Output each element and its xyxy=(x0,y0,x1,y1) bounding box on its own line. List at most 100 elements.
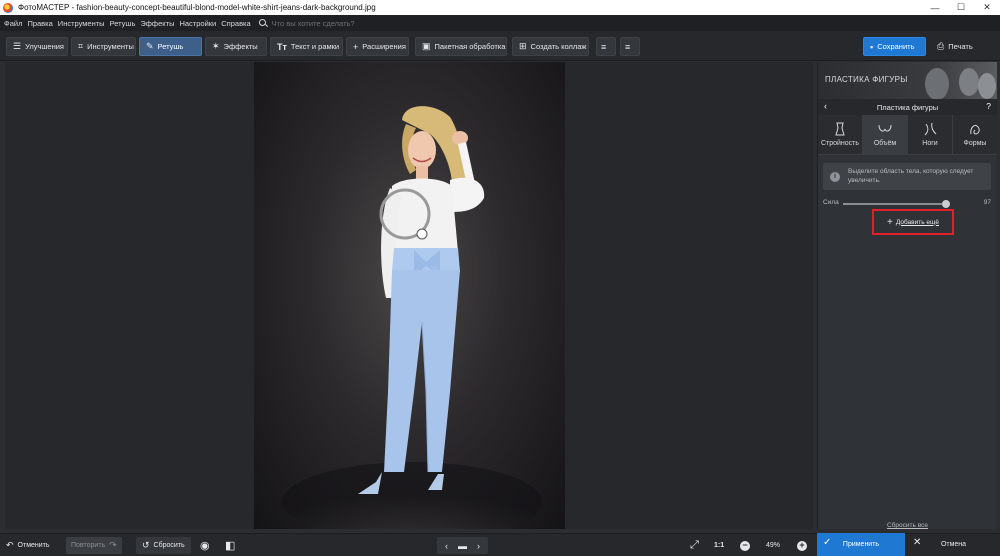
title-bar: ФотоМАСТЕР - fashion-beauty-concept-beau… xyxy=(0,0,1000,15)
cancel-button[interactable]: ✕ Отмена xyxy=(907,533,1000,556)
tab-shapes-label: Формы xyxy=(963,140,987,147)
tab-legs-label: Ноги xyxy=(922,140,938,147)
zoom-level: 49% xyxy=(766,542,781,549)
back-button[interactable]: ‹ xyxy=(824,101,827,111)
volume-bust-icon xyxy=(877,122,893,136)
menu-edit[interactable]: Правка xyxy=(27,19,52,28)
menu-bar: Файл Правка Инструменты Ретушь Эффекты Н… xyxy=(0,15,1000,31)
strength-slider[interactable] xyxy=(843,199,950,208)
tab-slimness-label: Стройность xyxy=(820,140,860,147)
folder-icon[interactable]: ▬ xyxy=(458,541,467,551)
menu-tools[interactable]: Инструменты xyxy=(58,19,105,28)
batch-processing-button[interactable]: ▣ Пакетная обработка xyxy=(415,37,507,56)
maximize-button[interactable]: ☐ xyxy=(948,0,974,15)
sculpt-tabs: Стройность Объём Ноги Формы xyxy=(818,115,997,155)
redo-button[interactable]: Повторить ↷ xyxy=(66,537,122,554)
undo-icon: ↶ xyxy=(6,540,14,550)
redo-icon: ↷ xyxy=(109,540,117,550)
cancel-label: Отмена xyxy=(940,541,967,548)
menu-settings[interactable]: Настройки xyxy=(179,19,216,28)
strength-value: 97 xyxy=(983,199,991,206)
apply-button[interactable]: ✓ Применить xyxy=(817,533,905,556)
plus-icon: + xyxy=(797,540,807,551)
strength-slider-fill xyxy=(843,202,946,205)
zoom-out-button[interactable]: − xyxy=(740,537,750,554)
create-collage-label: Создать коллаж xyxy=(530,42,587,51)
close-button[interactable]: ✕ xyxy=(974,0,1000,15)
fit-to-screen-button[interactable]: ⤢ xyxy=(690,537,703,554)
plus-icon: + xyxy=(887,216,893,228)
add-list-button[interactable]: ≡ xyxy=(596,37,616,56)
figure-sculpt-panel: ПЛАСТИКА ФИГУРЫ ‹ Пластика фигуры ? Стро… xyxy=(817,62,997,529)
tab-legs[interactable]: Ноги xyxy=(908,115,953,154)
tab-improvements[interactable]: ☰ Улучшения xyxy=(6,37,68,56)
info-icon: i xyxy=(830,171,840,182)
undo-button[interactable]: ↶ Отменить xyxy=(6,537,50,554)
eye-icon: ◉ xyxy=(200,540,210,552)
floppy-disk-icon: ▪ xyxy=(870,41,874,52)
magic-wand-icon: ✶ xyxy=(212,41,220,51)
compare-icon: ◧ xyxy=(225,540,236,552)
print-button[interactable]: ⎙ Печать xyxy=(930,37,994,56)
tab-extensions[interactable]: + Расширения xyxy=(346,37,409,56)
tab-effects[interactable]: ✶ Эффекты xyxy=(205,37,267,56)
tab-retouch-label: Ретушь xyxy=(157,42,184,51)
checkmark-icon: ✓ xyxy=(823,537,832,548)
tab-effects-label: Эффекты xyxy=(223,42,258,51)
preview-button[interactable]: ◉ xyxy=(200,537,214,554)
actual-size-button[interactable]: 1:1 xyxy=(714,537,724,554)
menu-help[interactable]: Справка xyxy=(221,19,250,28)
chevron-right-icon[interactable]: › xyxy=(477,541,480,551)
minimize-button[interactable]: — xyxy=(922,0,948,15)
main-toolbar: ☰ Улучшения ⌗ Инструменты ✎ Ретушь ✶ Эфф… xyxy=(0,31,1000,61)
tab-volume-label: Объём xyxy=(873,140,897,147)
save-button[interactable]: ▪ Сохранить xyxy=(863,37,926,56)
add-more-button[interactable]: + Добавить ещё xyxy=(872,209,954,235)
crop-icon: ⌗ xyxy=(78,41,84,51)
add-more-label: Добавить ещё xyxy=(895,218,939,226)
brush-icon: ✎ xyxy=(146,41,154,51)
printer-icon: ⎙ xyxy=(937,41,945,51)
minus-icon: − xyxy=(740,540,750,551)
tab-tools[interactable]: ⌗ Инструменты xyxy=(71,37,136,56)
menu-file[interactable]: Файл xyxy=(4,19,22,28)
compare-button[interactable]: ◧ xyxy=(225,537,239,554)
photo-canvas[interactable] xyxy=(254,62,565,529)
tab-volume[interactable]: Объём xyxy=(863,115,908,154)
create-collage-button[interactable]: ⊞ Создать коллаж xyxy=(512,37,589,56)
text-icon: Tт xyxy=(277,41,287,52)
collage-icon: ⊞ xyxy=(519,41,527,51)
window-controls: — ☐ ✕ xyxy=(922,0,1000,15)
menu-effects[interactable]: Эффекты xyxy=(140,19,174,28)
tab-text[interactable]: Tт Текст и рамки xyxy=(270,37,343,56)
panel-header: ПЛАСТИКА ФИГУРЫ xyxy=(818,62,997,99)
legs-icon xyxy=(922,122,938,136)
zoom-in-button[interactable]: + xyxy=(797,537,807,554)
menu-retouch[interactable]: Ретушь xyxy=(110,19,136,28)
reset-all-link[interactable]: Сбросить все xyxy=(818,522,997,529)
reset-label: Сбросить xyxy=(153,542,185,549)
search-input[interactable]: Что вы хотите сделать? xyxy=(272,19,355,28)
panel-title: ПЛАСТИКА ФИГУРЫ xyxy=(825,75,908,84)
list-settings-button[interactable]: ≡ xyxy=(620,37,640,56)
close-icon: ✕ xyxy=(913,537,922,548)
apply-label: Применить xyxy=(842,541,880,548)
app-logo-icon xyxy=(3,2,13,13)
tab-retouch[interactable]: ✎ Ретушь xyxy=(139,37,202,56)
strength-label: Сила xyxy=(823,199,839,206)
help-button[interactable]: ? xyxy=(986,101,991,111)
undo-label: Отменить xyxy=(17,542,50,549)
tab-text-label: Текст и рамки xyxy=(290,42,340,51)
tab-tools-label: Инструменты xyxy=(87,42,134,51)
strength-slider-handle[interactable] xyxy=(941,199,950,208)
window-title: ФотоМАСТЕР - fashion-beauty-concept-beau… xyxy=(18,3,376,12)
tab-shapes[interactable]: Формы xyxy=(953,115,997,154)
panel-subtitle: Пластика фигуры xyxy=(876,102,939,112)
file-navigation: ‹ ▬ › xyxy=(437,537,488,554)
reset-button[interactable]: ↺ Сбросить xyxy=(136,537,191,554)
search-icon[interactable] xyxy=(258,18,268,28)
sliders-icon: ☰ xyxy=(13,41,22,51)
list-settings-icon: ≡ xyxy=(625,41,631,52)
tab-slimness[interactable]: Стройность xyxy=(818,115,863,154)
chevron-left-icon[interactable]: ‹ xyxy=(445,541,448,551)
